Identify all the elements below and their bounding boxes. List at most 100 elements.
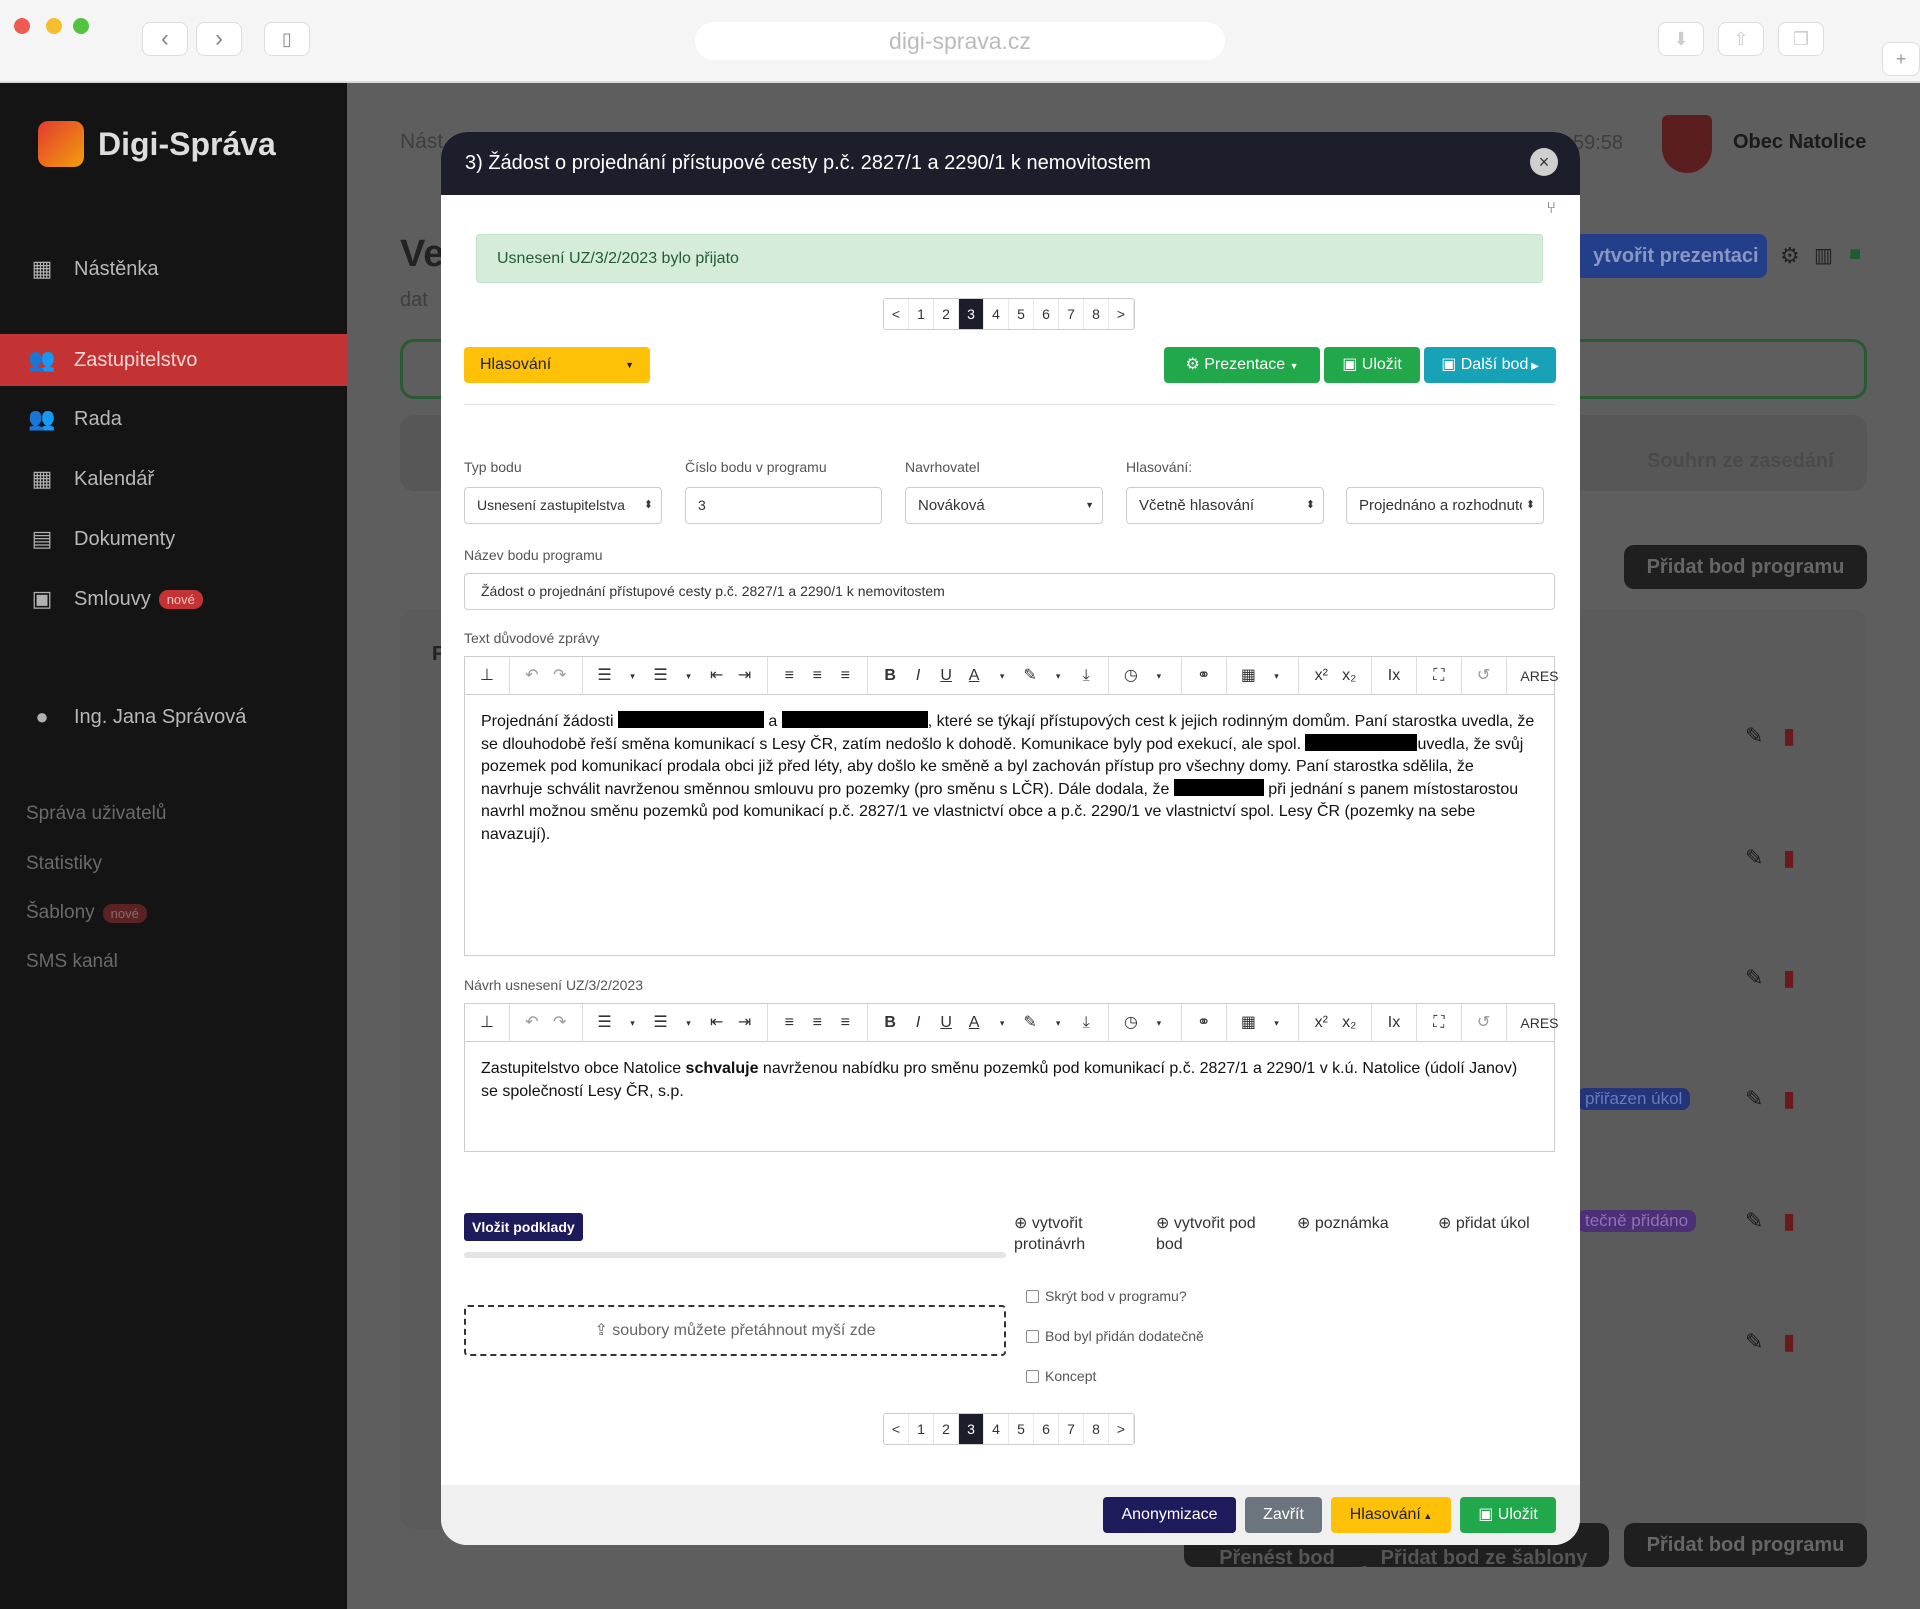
add-item-bottom-button[interactable]: Přidat bod programu [1624,1523,1867,1567]
history-icon[interactable]: ↺ [1472,1010,1496,1036]
action-create-subitem[interactable]: ⊕ vytvořit pod bod [1156,1213,1276,1255]
align-left-icon[interactable]: ≡ [777,663,801,689]
delete-icon[interactable]: ▮ [1783,1086,1795,1112]
chevron-down-icon[interactable]: ▾ [1046,1010,1070,1036]
page-8[interactable]: 8 [1084,1414,1109,1444]
tab-summary[interactable]: Souhrn ze zasedání [1647,450,1834,473]
footer-save-button[interactable]: ▣ Uložit [1460,1497,1556,1533]
text-color-icon[interactable]: A [962,1010,986,1036]
ares-button[interactable]: ARES [1516,1010,1558,1036]
save-button[interactable]: ▣ Uložit [1324,347,1420,383]
insert-icon[interactable]: ⤓ [1074,663,1098,689]
bold-icon[interactable]: B [878,1010,902,1036]
lock-icon[interactable]: ■ [1849,243,1861,266]
table-icon[interactable]: ▦ [1236,663,1260,689]
sidebar-item-nastenka[interactable]: ▦ Nástěnka [0,243,347,295]
hide-item-checkbox[interactable]: Skrýt bod v programu? [1026,1288,1187,1304]
app-logo[interactable]: Digi-Správa [38,121,276,167]
chevron-down-icon[interactable]: ▾ [677,663,701,689]
status-select[interactable]: Projednáno a rozhodnuto ⬍ [1346,487,1544,524]
action-add-task[interactable]: ⊕ přidat úkol [1438,1213,1530,1233]
link-icon[interactable]: ⚭ [1192,1010,1216,1036]
name-input[interactable]: Žádost o projednání přístupové cesty p.č… [464,573,1555,610]
underline-icon[interactable]: U [934,1010,958,1036]
page-7[interactable]: 7 [1059,1414,1084,1444]
forward-button[interactable]: › [196,22,242,56]
delete-icon[interactable]: ▮ [1783,723,1795,749]
sidebar-toggle-icon[interactable]: ▯ [264,22,310,56]
minimize-window-button[interactable] [46,18,62,34]
redo-icon[interactable]: ↷ [548,663,572,689]
chevron-down-icon[interactable]: ▾ [621,1010,645,1036]
chevron-down-icon[interactable]: ▾ [990,663,1014,689]
page-4[interactable]: 4 [984,299,1009,329]
align-center-icon[interactable]: ≡ [805,1010,829,1036]
page-3[interactable]: 3 [959,299,984,329]
page-prev[interactable]: < [884,299,909,329]
checkbox-box[interactable] [1026,1289,1039,1303]
new-tab-button[interactable]: + [1882,42,1920,76]
sidebar-item-zastupitelstvo[interactable]: 👥 Zastupitelstvo [0,334,347,386]
indent-icon[interactable]: ⇥ [733,1010,757,1036]
chevron-down-icon[interactable]: ▾ [1147,1010,1171,1036]
fullscreen-icon[interactable]: ⛶ [1427,663,1451,689]
settings-icon[interactable]: ⚙ [1780,243,1800,269]
checkbox-box[interactable] [1026,1329,1039,1343]
page-prev[interactable]: < [884,1414,909,1444]
resolution-editor[interactable]: ⊥ ↶ ↷ ☰ ▾ ☰ ▾ ⇤ ⇥ ≡ ≡ ≡ B I U A ▾ ✎ ▾ ⤓ ◷ ▾ ⚭ ▦ ▾ x² x₂ Ix… [464,1003,1559,1152]
page-1[interactable]: 1 [909,299,934,329]
italic-icon[interactable]: I [906,663,930,689]
presentation-button[interactable]: ⚙ Prezentace ▼ [1164,347,1320,383]
clear-format-icon[interactable]: Ix [1382,663,1406,689]
page-3[interactable]: 3 [959,1414,984,1444]
italic-icon[interactable]: I [906,1010,930,1036]
fullscreen-icon[interactable]: ⛶ [1427,1010,1451,1036]
address-bar[interactable]: digi-sprava.cz [695,22,1225,60]
sidebar-item-dokumenty[interactable]: ▤ Dokumenty [0,513,347,565]
sidebar-link-templates[interactable]: Šablony nové [26,902,147,924]
checkbox-box[interactable] [1026,1369,1039,1383]
underline-icon[interactable]: U [934,663,958,689]
chevron-down-icon[interactable]: ▾ [677,1010,701,1036]
voting-button[interactable]: Hlasování ▲ [1331,1497,1451,1533]
resolution-text[interactable]: Zastupitelstvo obce Natolice schvaluje n… [465,1042,1554,1119]
align-right-icon[interactable]: ≡ [833,663,857,689]
page-8[interactable]: 8 [1084,299,1109,329]
page-6[interactable]: 6 [1034,1414,1059,1444]
outdent-icon[interactable]: ⇤ [705,1010,729,1036]
page-1[interactable]: 1 [909,1414,934,1444]
clock-icon[interactable]: ◷ [1119,1010,1143,1036]
delete-icon[interactable]: ▮ [1783,845,1795,871]
sidebar-link-stats[interactable]: Statistiky [26,853,102,875]
close-button[interactable]: Zavřít [1245,1497,1322,1533]
insert-icon[interactable]: ⤓ [1074,1010,1098,1036]
table-icon[interactable]: ▦ [1236,1010,1260,1036]
subscript-icon[interactable]: x₂ [1337,1010,1361,1036]
anonymize-button[interactable]: Anonymizace [1103,1497,1236,1533]
sidebar-item-rada[interactable]: 👥 Rada [0,393,347,445]
upload-button[interactable]: Vložit podklady [464,1213,583,1241]
highlight-icon[interactable]: ✎ [1018,1010,1042,1036]
reason-text[interactable]: Projednání žádosti a , které se týkají p… [465,695,1554,862]
page-5[interactable]: 5 [1009,299,1034,329]
action-note[interactable]: ⊕ poznámka [1297,1213,1389,1233]
number-input[interactable]: 3 [685,487,882,524]
ordered-list-icon[interactable]: ☰ [593,663,617,689]
page-2[interactable]: 2 [934,299,959,329]
user-profile[interactable]: ● Ing. Jana Správová [0,691,347,743]
delete-icon[interactable]: ▮ [1783,1208,1795,1234]
history-icon[interactable]: ↺ [1472,663,1496,689]
chevron-down-icon[interactable]: ▾ [990,1010,1014,1036]
redo-icon[interactable]: ↷ [548,1010,572,1036]
next-item-button[interactable]: ▣ Další bod ▶ [1424,347,1556,383]
chevron-down-icon[interactable]: ▾ [1264,1010,1288,1036]
edit-icon[interactable]: ✎ [1745,723,1763,749]
draft-checkbox[interactable]: Koncept [1026,1368,1096,1384]
page-2[interactable]: 2 [934,1414,959,1444]
back-button[interactable]: ‹ [142,22,188,56]
align-left-icon[interactable]: ≡ [777,1010,801,1036]
edit-icon[interactable]: ✎ [1745,1086,1763,1112]
share-icon[interactable]: ⇧ [1718,22,1764,56]
chevron-down-icon[interactable]: ▾ [1046,663,1070,689]
proposer-select[interactable]: Nováková ▼ [905,487,1103,524]
